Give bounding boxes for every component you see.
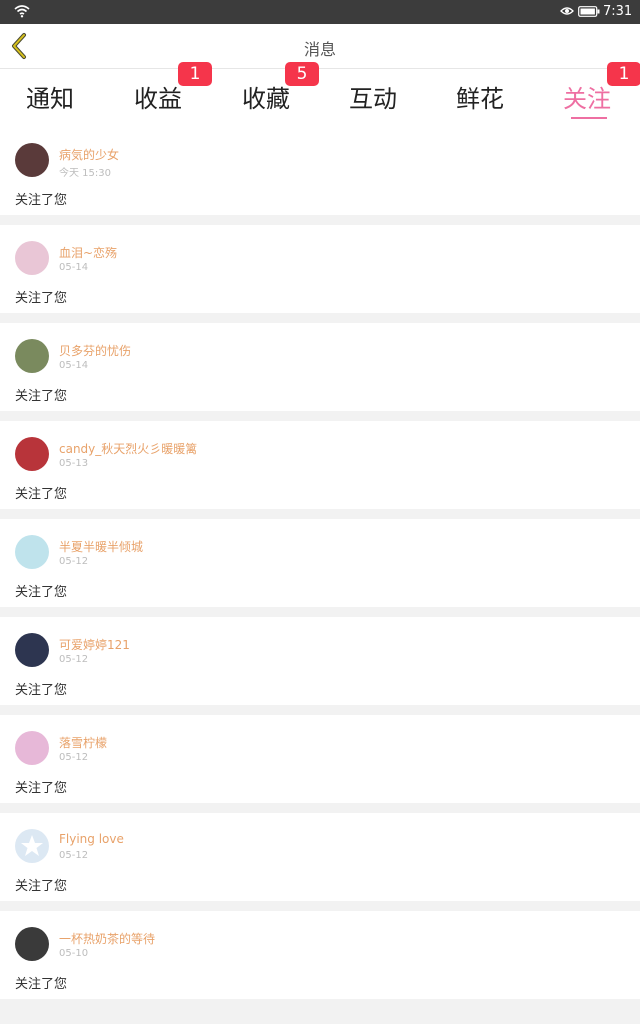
action-text: 关注了您: [15, 879, 68, 894]
username[interactable]: 可爱婷婷121: [59, 636, 130, 653]
star-icon: [21, 835, 43, 856]
timestamp: 05-12: [59, 850, 89, 861]
list-item[interactable]: 可爱婷婷121 05-12 关注了您: [0, 617, 640, 705]
tab-label: 关注: [563, 85, 611, 113]
list-item[interactable]: 贝多芬的忧伤 05-14 关注了您: [0, 323, 640, 411]
username[interactable]: 落雪柠檬: [59, 734, 107, 751]
avatar[interactable]: [15, 339, 49, 373]
avatar[interactable]: [15, 633, 49, 667]
list-item[interactable]: Flying love 05-12 关注了您: [0, 813, 640, 901]
action-text: 关注了您: [15, 389, 68, 404]
eye-comfort-icon: [560, 7, 574, 15]
tab-label: 收益: [134, 85, 182, 113]
username[interactable]: 病気的少女: [59, 146, 119, 163]
list-item[interactable]: 血泪~恋殇 05-14 关注了您: [0, 225, 640, 313]
tab-follows-badge: 1: [607, 62, 640, 86]
follow-notification-list: 病気的少女 今天 15:30 关注了您 血泪~恋殇 05-14 关注了您 贝多芬…: [0, 127, 640, 1009]
timestamp: 05-14: [59, 360, 89, 371]
action-text: 关注了您: [15, 781, 68, 796]
action-text: 关注了您: [15, 291, 68, 306]
timestamp: 05-13: [59, 458, 89, 469]
battery-icon: [578, 6, 600, 17]
timestamp: 05-10: [59, 948, 89, 959]
page-title: 消息: [303, 40, 336, 59]
timestamp: 05-12: [59, 654, 89, 665]
status-bar: 7:31: [0, 0, 640, 24]
active-tab-indicator: [571, 117, 607, 119]
tab-bar: 通知 收益 1 收藏 5 互动 鲜花 关注 1: [0, 62, 640, 127]
avatar[interactable]: [15, 241, 49, 275]
timestamp: 05-12: [59, 556, 89, 567]
username[interactable]: 半夏半暖半倾城: [59, 538, 143, 555]
action-text: 关注了您: [15, 487, 68, 502]
tab-label: 通知: [26, 85, 74, 113]
avatar[interactable]: [15, 437, 49, 471]
action-text: 关注了您: [15, 585, 68, 600]
action-text: 关注了您: [15, 683, 68, 698]
avatar[interactable]: [15, 927, 49, 961]
tab-label: 互动: [349, 85, 397, 113]
username[interactable]: Flying love: [59, 832, 124, 846]
username[interactable]: 血泪~恋殇: [59, 244, 117, 261]
default-avatar-icon[interactable]: [15, 829, 49, 863]
action-text: 关注了您: [15, 193, 68, 208]
username[interactable]: candy_秋天烈火彡暖暖篱: [59, 440, 197, 457]
timestamp: 今天 15:30: [59, 168, 111, 179]
tab-label: 收藏: [242, 85, 290, 113]
avatar[interactable]: [15, 143, 49, 177]
username[interactable]: 贝多芬的忧伤: [59, 342, 131, 359]
list-item[interactable]: 病気的少女 今天 15:30 关注了您: [0, 127, 640, 215]
nav-bar: 消息: [0, 24, 640, 69]
action-text: 关注了您: [15, 977, 68, 992]
list-item[interactable]: 一杯热奶茶的等待 05-10 关注了您: [0, 911, 640, 999]
list-item[interactable]: 落雪柠檬 05-12 关注了您: [0, 715, 640, 803]
status-time: 7:31: [603, 4, 633, 19]
avatar[interactable]: [15, 535, 49, 569]
tab-label: 鲜花: [456, 85, 504, 113]
timestamp: 05-12: [59, 752, 89, 763]
username[interactable]: 一杯热奶茶的等待: [59, 930, 155, 947]
tab-earnings-badge: 1: [178, 62, 212, 86]
avatar[interactable]: [15, 731, 49, 765]
list-item[interactable]: candy_秋天烈火彡暖暖篱 05-13 关注了您: [0, 421, 640, 509]
wifi-icon: [14, 5, 30, 18]
tab-favorites-badge: 5: [285, 62, 319, 86]
list-item[interactable]: 半夏半暖半倾城 05-12 关注了您: [0, 519, 640, 607]
timestamp: 05-14: [59, 262, 89, 273]
